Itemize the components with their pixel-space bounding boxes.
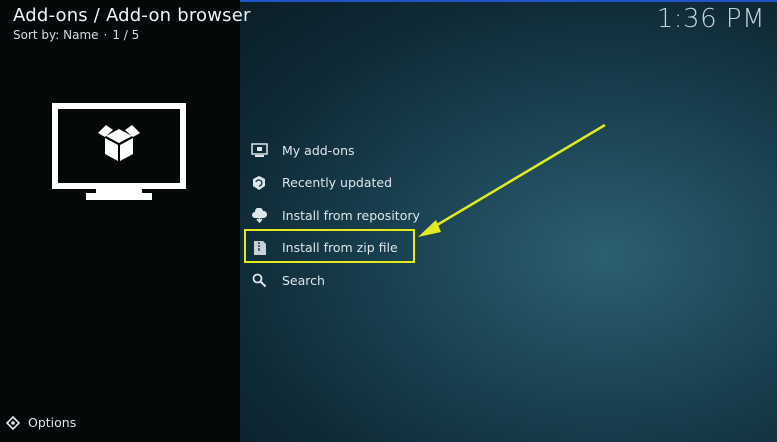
options-button[interactable]: Options — [6, 415, 76, 430]
kodi-addon-browser-screen: Add-ons / Add-on browser Sort by: Name · 1… — [0, 0, 777, 442]
options-icon — [6, 415, 20, 430]
options-label: Options — [28, 415, 77, 430]
annotation-arrow — [418, 123, 606, 237]
